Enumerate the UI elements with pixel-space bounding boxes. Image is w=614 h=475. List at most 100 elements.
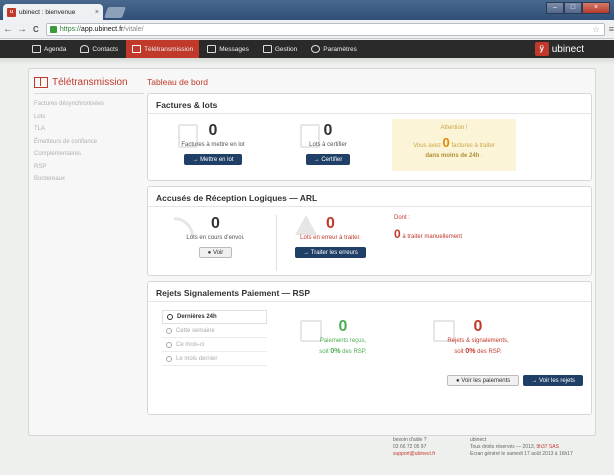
panel-heading: Accusés de Réception Logiques — ARL — [148, 187, 591, 207]
nav-contacts[interactable]: Contacts — [74, 40, 124, 58]
factures-count-block: 0 Factures à mettre en lot → Mettre en l… — [168, 122, 258, 165]
lots-caption: Lots à certifier — [309, 142, 347, 148]
voir-paiements-button[interactable]: ● Voir les paiements — [446, 375, 520, 386]
button-label: Voir les rejets — [538, 377, 575, 384]
lots-envoi-block: 0 Lots en cours d'envoi. ● Voir — [168, 215, 263, 258]
nav-teletransmission[interactable]: Télétransmission — [126, 40, 200, 58]
button-label: Mettre en lot — [200, 156, 234, 163]
rsp-buttons: ● Voir les paiements → Voir les rejets — [446, 375, 583, 386]
browser-tab[interactable]: u ubinect : bienvenue × — [3, 4, 103, 20]
nav-label: Gestion — [274, 45, 298, 53]
minimize-button[interactable]: – — [546, 2, 564, 14]
footer-help: besoin d'aide ? 03 66 72 05 97 support@u… — [393, 437, 435, 458]
nav-label: Messages — [219, 45, 249, 53]
sidebar-item-tla[interactable]: TLA — [34, 123, 144, 136]
users-icon — [80, 45, 90, 53]
footer-company: ubinect Tous droits réservés — 2013, 9h3… — [470, 437, 573, 458]
nav-label: Télétransmission — [144, 45, 194, 53]
rights-text: Tous droits réservés — 2013, — [470, 444, 536, 450]
divider — [276, 215, 277, 271]
envoi-caption: Lots en cours d'envoi. — [186, 235, 245, 241]
arrow-right-icon: → — [192, 156, 201, 163]
lots-erreur-block: 0 Lots en erreur à traiter. → Traiter le… — [288, 215, 373, 258]
tab-close-icon[interactable]: × — [95, 9, 99, 16]
period-label: Cette semaine — [176, 327, 215, 334]
rejets-count: 0 — [473, 318, 483, 335]
sidebar-title: Télétransmission — [34, 77, 144, 94]
clock-icon — [166, 355, 172, 362]
mettre-en-lot-button[interactable]: → Mettre en lot — [184, 154, 242, 165]
rejets-post: des RSP. — [477, 349, 502, 355]
sidebar-item-factures-desync[interactable]: Factures désynchronisées — [34, 98, 144, 111]
panel-arl: Accusés de Réception Logiques — ARL 0 Lo… — [147, 186, 592, 276]
period-month[interactable]: Ce mois-ci — [162, 338, 267, 352]
button-label: Voir — [212, 249, 224, 256]
dont-label: Dont : — [394, 215, 411, 221]
sidebar-item-emetteurs[interactable]: Émetteurs de confiance — [34, 136, 144, 149]
window-close-button[interactable]: × — [582, 2, 610, 14]
maximize-button[interactable]: □ — [564, 2, 582, 14]
paiements-block: 0 Paiements reçus, soit 0% des RSP. — [298, 318, 388, 355]
nav-messages[interactable]: Messages — [201, 40, 255, 58]
sidebar-item-lots[interactable]: Lots — [34, 111, 144, 124]
button-label: Traiter les erreurs — [310, 249, 358, 256]
favicon-icon: u — [7, 7, 16, 17]
address-bar[interactable]: https:// app.ubinect.fr /vitale/ ☆ — [45, 22, 605, 36]
factures-count: 0 — [208, 122, 218, 139]
traiter-erreurs-button[interactable]: → Traiter les erreurs — [295, 247, 366, 258]
certifier-button[interactable]: → Certifier — [305, 154, 351, 165]
navbar-shadow — [0, 58, 614, 64]
rights-link[interactable]: 9h37 SAS — [536, 444, 559, 450]
voir-rejets-button[interactable]: → Voir les rejets — [523, 375, 583, 386]
nav-label: Paramètres — [323, 45, 357, 53]
envelope-icon — [207, 45, 217, 53]
period-last-month[interactable]: Le mois dernier — [162, 352, 267, 366]
period-label: Ce mois-ci — [176, 341, 205, 348]
url-host: app.ubinect.fr — [80, 25, 124, 33]
nav-gestion[interactable]: Gestion — [257, 40, 303, 58]
panel-heading: Rejets Signalements Paiement — RSP — [148, 282, 591, 302]
management-icon — [262, 45, 272, 53]
button-label: Certifier — [321, 156, 343, 163]
browser-titlebar: u ubinect : bienvenue × – □ × — [0, 0, 614, 20]
period-24h[interactable]: Dernières 24h — [162, 310, 267, 324]
dont-block: Dont : 0 à traiter manuellement — [394, 215, 462, 241]
app-logo[interactable]: ÿ ubinect — [534, 42, 584, 56]
nav-parametres[interactable]: Paramètres — [305, 40, 363, 58]
panel-heading: Factures & lots — [148, 94, 591, 114]
panel-rsp: Rejets Signalements Paiement — RSP Derni… — [147, 281, 592, 415]
nav-agenda[interactable]: Agenda — [26, 40, 72, 58]
footer: besoin d'aide ? 03 66 72 05 97 support@u… — [0, 436, 614, 475]
rejets-pre: soit — [454, 349, 464, 355]
back-button[interactable]: ← — [2, 24, 14, 35]
sidebar-item-rsp[interactable]: RSP — [34, 161, 144, 174]
logo-mark-icon: ÿ — [534, 42, 549, 56]
generated-text: Ecran généré le samedi 17 août 2013 à 16… — [470, 451, 573, 457]
attention-post: factures à traiter — [451, 143, 495, 149]
help-email-link[interactable]: support@ubinect.fr — [393, 451, 435, 458]
tab-title: ubinect : bienvenue — [19, 8, 76, 16]
sidebar-item-bordereaux[interactable]: Bordereaux — [34, 173, 144, 186]
reload-button[interactable]: C — [30, 25, 42, 34]
forward-button[interactable]: → — [16, 24, 28, 35]
new-tab-button[interactable] — [103, 7, 127, 18]
paiements-pct: 0% — [330, 348, 341, 355]
help-title: besoin d'aide ? — [393, 437, 427, 443]
browser-menu-icon[interactable]: ≡ — [609, 24, 614, 34]
attention-end: . — [481, 153, 483, 159]
period-week[interactable]: Cette semaine — [162, 324, 267, 338]
paiements-caption: Paiements reçus, — [319, 338, 367, 344]
lock-icon — [49, 25, 57, 33]
panel-factures-lots: Factures & lots 0 Factures à mettre en l… — [147, 93, 592, 181]
teletransmission-icon — [34, 77, 48, 88]
window-controls: – □ × — [546, 2, 610, 14]
bookmark-star-icon[interactable]: ☆ — [593, 25, 600, 34]
attention-count: 0 — [442, 135, 450, 150]
teletransmission-icon — [132, 45, 142, 53]
rejets-pct: 0% — [465, 348, 476, 355]
paiements-pre: soit — [319, 349, 329, 355]
erreur-count: 0 — [326, 215, 335, 232]
sidebar-item-complementaires[interactable]: Complémentaires — [34, 148, 144, 161]
browser-navbar: ← → C https:// app.ubinect.fr /vitale/ ☆… — [0, 20, 614, 39]
voir-button[interactable]: ● Voir — [198, 247, 233, 258]
